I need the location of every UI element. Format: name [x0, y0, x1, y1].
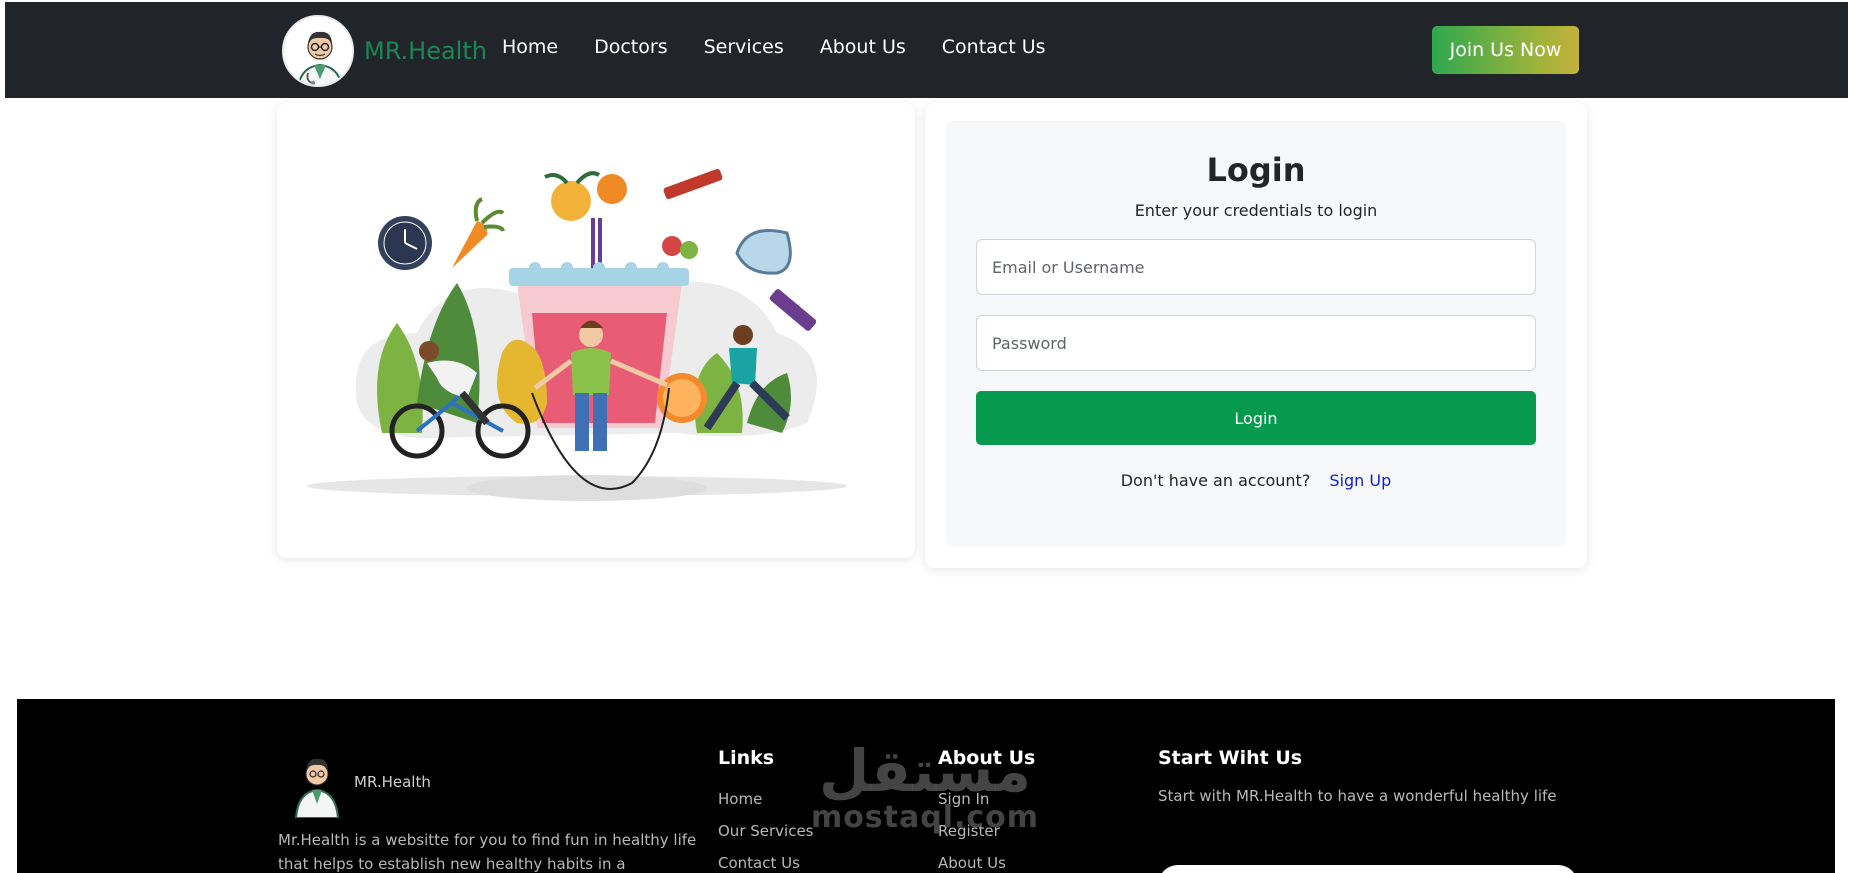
nav-link-home[interactable]: Home: [502, 36, 558, 58]
nav-link-contact[interactable]: Contact Us: [942, 36, 1046, 58]
footer-link-sign-in[interactable]: Sign In: [938, 783, 1035, 815]
footer-links-heading: Links: [718, 747, 775, 769]
illustration-card: [277, 103, 915, 558]
join-button[interactable]: Join Us Now: [1432, 26, 1579, 74]
navbar: MR.Health Home Doctors Services About Us…: [5, 2, 1848, 98]
footer-brand-name[interactable]: MR.Health: [354, 773, 431, 791]
footer-link-contact[interactable]: Contact Us: [718, 847, 814, 873]
footer-about-heading: About Us: [938, 747, 1036, 769]
nav-link-doctors[interactable]: Doctors: [594, 36, 668, 58]
brand[interactable]: MR.Health: [282, 15, 487, 87]
footer-link-about[interactable]: About Us: [938, 847, 1035, 873]
signup-row: Don't have an account? Sign Up: [946, 471, 1566, 490]
footer-link-register[interactable]: Register: [938, 815, 1035, 847]
footer-brand[interactable]: MR.Health: [292, 746, 431, 819]
footer-link-services[interactable]: Our Services: [718, 815, 814, 847]
login-card: Login Enter your credentials to login Lo…: [925, 103, 1587, 568]
email-input[interactable]: [976, 239, 1536, 295]
nav-links: Home Doctors Services About Us Contact U…: [502, 36, 1082, 58]
footer-description: Mr.Health is a websitte for you to find …: [278, 831, 697, 873]
footer-subscribe-input[interactable]: [1158, 865, 1578, 873]
footer-about-column: About Us Sign In Register About Us: [938, 747, 1035, 873]
login-title: Login: [1206, 151, 1306, 189]
healthy-lifestyle-illustration: [307, 168, 847, 501]
footer-links-column: Links Home Our Services Contact Us: [718, 747, 814, 873]
footer-link-home[interactable]: Home: [718, 783, 814, 815]
login-form: Login Enter your credentials to login Lo…: [946, 121, 1566, 547]
doctor-logo-icon: [282, 15, 354, 87]
footer-start-text: Start with MR.Health to have a wonderful…: [1158, 787, 1557, 805]
no-account-text: Don't have an account?: [1120, 471, 1311, 490]
login-button[interactable]: Login: [976, 391, 1536, 445]
nav-link-services[interactable]: Services: [704, 36, 784, 58]
nav-link-about[interactable]: About Us: [820, 36, 906, 58]
footer: MR.Health Mr.Health is a websitte for yo…: [17, 699, 1835, 873]
signup-link[interactable]: Sign Up: [1329, 471, 1391, 490]
password-input[interactable]: [976, 315, 1536, 371]
login-subtitle: Enter your credentials to login: [1134, 201, 1378, 220]
footer-start-heading: Start Wiht Us: [1158, 747, 1303, 769]
doctor-logo-icon: [292, 746, 342, 819]
footer-start-column: Start Wiht Us Start with MR.Health to ha…: [1158, 747, 1557, 805]
brand-name[interactable]: MR.Health: [364, 37, 487, 65]
